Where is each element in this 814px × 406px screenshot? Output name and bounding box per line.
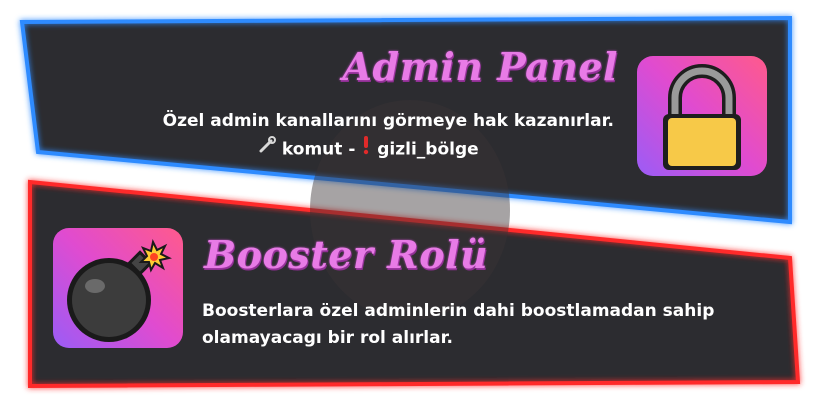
admin-panel-description: Özel admin kanallarını görmeye hak kazan…: [163, 108, 614, 164]
command-separator: -: [348, 139, 356, 160]
exclamation-icon: [361, 135, 371, 164]
bomb-icon-box: [53, 228, 183, 348]
wrench-icon: [258, 136, 276, 163]
lock-icon: [663, 64, 741, 170]
booster-title: Booster Rolü: [204, 232, 489, 277]
admin-panel-command-line: komut - gizli_bölge: [163, 135, 614, 164]
booster-description-line1: Boosterlara özel adminlerin dahi boostla…: [202, 301, 715, 321]
booster-description-line2: olamayacagı bir rol alırlar.: [202, 328, 453, 348]
admin-panel-description-text: Özel admin kanallarını görmeye hak kazan…: [162, 111, 614, 131]
admin-panel-title: Admin Panel: [342, 44, 618, 89]
booster-description: Boosterlara özel adminlerin dahi boostla…: [202, 298, 714, 352]
command-label: komut: [281, 139, 343, 160]
lock-icon-box: [637, 56, 767, 176]
bomb-icon: [67, 239, 172, 342]
command-value: gizli_bölge: [377, 139, 479, 160]
